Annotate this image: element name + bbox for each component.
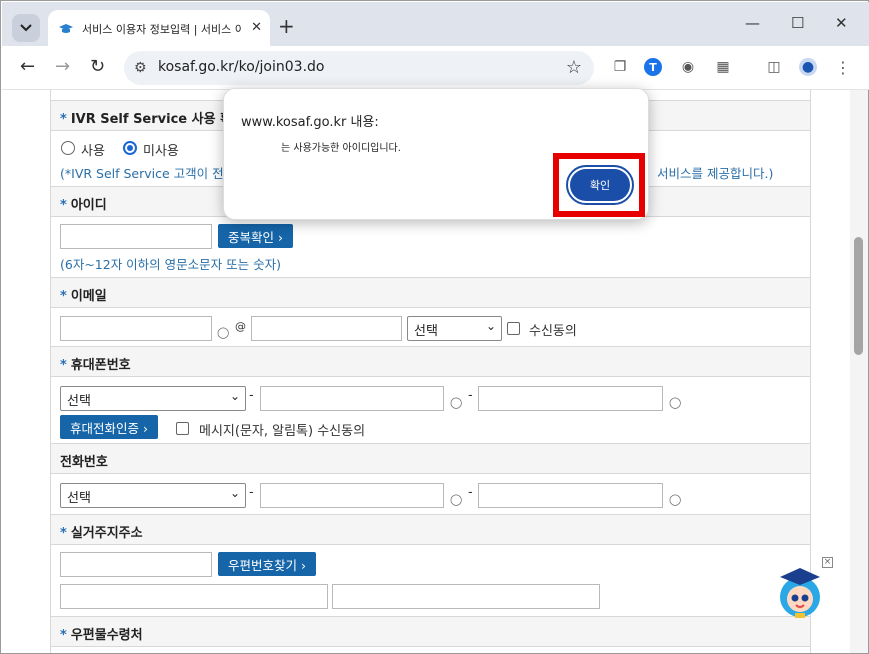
minimize-button[interactable]: — xyxy=(745,14,760,32)
tab-search-button[interactable] xyxy=(12,14,40,42)
phone-middle-input[interactable] xyxy=(260,483,444,508)
mobile-last-input[interactable] xyxy=(478,386,663,411)
email-id-input[interactable] xyxy=(60,316,212,341)
tab-close-icon[interactable]: ✕ xyxy=(251,20,262,35)
phone-last-input[interactable] xyxy=(478,483,663,508)
mail-title: 우편물수령처 xyxy=(70,628,143,643)
message-consent-label: 메시지(문자, 알림톡) 수신동의 xyxy=(199,424,366,439)
email-title: 이메일 xyxy=(70,289,107,304)
new-tab-button[interactable]: + xyxy=(278,14,295,38)
translate-extension-icon[interactable]: T xyxy=(644,58,662,76)
mail-section-header: * 우편물수령처 xyxy=(51,616,810,647)
camera-icon[interactable]: ◉ xyxy=(679,58,697,76)
phone-title: 전화번호 xyxy=(60,455,108,470)
mouse-icon: ◯ xyxy=(450,493,463,506)
scrollbar-thumb[interactable] xyxy=(854,237,863,355)
chevron-down-icon: ⌄ xyxy=(485,319,496,333)
find-zipcode-button[interactable]: 우편번호찾기 › xyxy=(218,552,316,576)
chatbot-mascot[interactable] xyxy=(772,563,828,619)
reload-icon[interactable]: ↻ xyxy=(90,56,105,77)
phone-section-header: 전화번호 xyxy=(51,443,810,474)
browser-window: 서비스 이용자 정보입력 | 서비스 이용 ✕ + — ☐ ✕ ← → ↻ ⚙ … xyxy=(0,0,869,654)
mouse-icon: ◯ xyxy=(217,326,230,339)
alert-dialog: www.kosaf.go.kr 내용: 는 사용가능한 아이디입니다. 확인 xyxy=(223,88,649,220)
email-domain-input[interactable] xyxy=(251,316,402,341)
mouse-icon: ◯ xyxy=(669,493,682,506)
side-panel-icon[interactable]: ◫ xyxy=(765,58,783,76)
ivr-use-label: 사용 xyxy=(81,144,105,159)
address-title: 실거주지주소 xyxy=(70,526,143,541)
dash: - xyxy=(249,485,254,500)
email-section-header: * 이메일 xyxy=(51,277,810,308)
id-hint: (6자~12자 이하의 영문소문자 또는 숫자) xyxy=(60,257,281,272)
dialog-message: 는 사용가능한 아이디입니다. xyxy=(281,143,401,154)
message-consent-checkbox[interactable] xyxy=(176,422,189,435)
address-bar[interactable]: ⚙ kosaf.go.kr/ko/join03.do ☆ xyxy=(124,51,594,85)
dash: - xyxy=(249,388,254,403)
forward-arrow-icon[interactable]: → xyxy=(55,56,70,77)
site-info-icon[interactable]: ⚙ xyxy=(134,60,147,76)
ivr-title: IVR Self Service 사용 확인 xyxy=(70,112,244,127)
email-consent-checkbox[interactable] xyxy=(507,322,520,335)
dialog-title: www.kosaf.go.kr 내용: xyxy=(241,115,379,130)
mobile-middle-input[interactable] xyxy=(260,386,444,411)
mascot-close-icon[interactable]: × xyxy=(822,557,833,568)
mouse-icon: ◯ xyxy=(450,396,463,409)
chevron-down-icon: ⌄ xyxy=(229,389,240,403)
ivr-use-radio[interactable] xyxy=(61,141,75,155)
extensions-puzzle-icon[interactable]: ▦ xyxy=(714,58,732,76)
bookmark-star-icon[interactable]: ☆ xyxy=(566,57,582,78)
browser-toolbar: ← → ↻ ⚙ kosaf.go.kr/ko/join03.do ☆ ❐ T ◉… xyxy=(2,46,869,90)
back-arrow-icon[interactable]: ← xyxy=(20,56,35,77)
chevron-down-icon xyxy=(20,24,32,32)
maximize-button[interactable]: ☐ xyxy=(791,14,804,32)
mobile-title: 휴대폰번호 xyxy=(70,358,131,373)
ivr-note-left: (*IVR Self Service 고객이 전화 xyxy=(60,166,236,181)
dash: - xyxy=(468,485,473,500)
menu-dots-icon[interactable]: ⋮ xyxy=(834,58,852,77)
email-consent-label: 수신동의 xyxy=(529,324,577,339)
mobile-verify-button[interactable]: 휴대전화인증 › xyxy=(60,415,158,439)
phone-area-select[interactable]: 선택 ⌄ xyxy=(60,483,246,508)
mascot-icon xyxy=(780,568,820,618)
url-text: kosaf.go.kr/ko/join03.do xyxy=(158,59,325,75)
copy-icon[interactable]: ❐ xyxy=(611,58,629,76)
dialog-ok-button[interactable]: 확인 xyxy=(566,165,634,205)
chevron-down-icon: ⌄ xyxy=(229,486,240,500)
profile-avatar-icon[interactable]: ● xyxy=(799,58,817,76)
ivr-nouse-radio[interactable] xyxy=(123,141,137,155)
id-title: 아이디 xyxy=(70,198,107,213)
page-scrollbar[interactable] xyxy=(850,90,868,653)
dialog-ok-label: 확인 xyxy=(570,169,630,201)
mobile-section-header: * 휴대폰번호 xyxy=(51,346,810,377)
address-section-header: * 실거주지주소 xyxy=(51,514,810,545)
ivr-nouse-label: 미사용 xyxy=(143,144,179,159)
browser-tab[interactable]: 서비스 이용자 정보입력 | 서비스 이용 ✕ xyxy=(48,10,270,47)
address-line1-input[interactable] xyxy=(60,584,328,609)
zipcode-input[interactable] xyxy=(60,552,212,577)
close-window-button[interactable]: ✕ xyxy=(835,14,848,32)
address-line2-input[interactable] xyxy=(332,584,600,609)
mobile-carrier-select[interactable]: 선택 ⌄ xyxy=(60,386,246,411)
mouse-icon: ◯ xyxy=(669,396,682,409)
tab-title: 서비스 이용자 정보입력 | 서비스 이용 xyxy=(82,22,242,36)
id-input[interactable] xyxy=(60,224,212,249)
duplicate-check-button[interactable]: 중복확인 › xyxy=(218,224,293,248)
ivr-note-right: 서비스를 제공합니다.) xyxy=(657,166,774,181)
email-at-sign: @ xyxy=(235,320,246,333)
tab-strip: 서비스 이용자 정보입력 | 서비스 이용 ✕ + — ☐ ✕ xyxy=(2,2,869,47)
email-domain-select[interactable]: 선택 ⌄ xyxy=(407,316,502,341)
graduation-cap-icon xyxy=(59,23,73,33)
dash: - xyxy=(468,388,473,403)
